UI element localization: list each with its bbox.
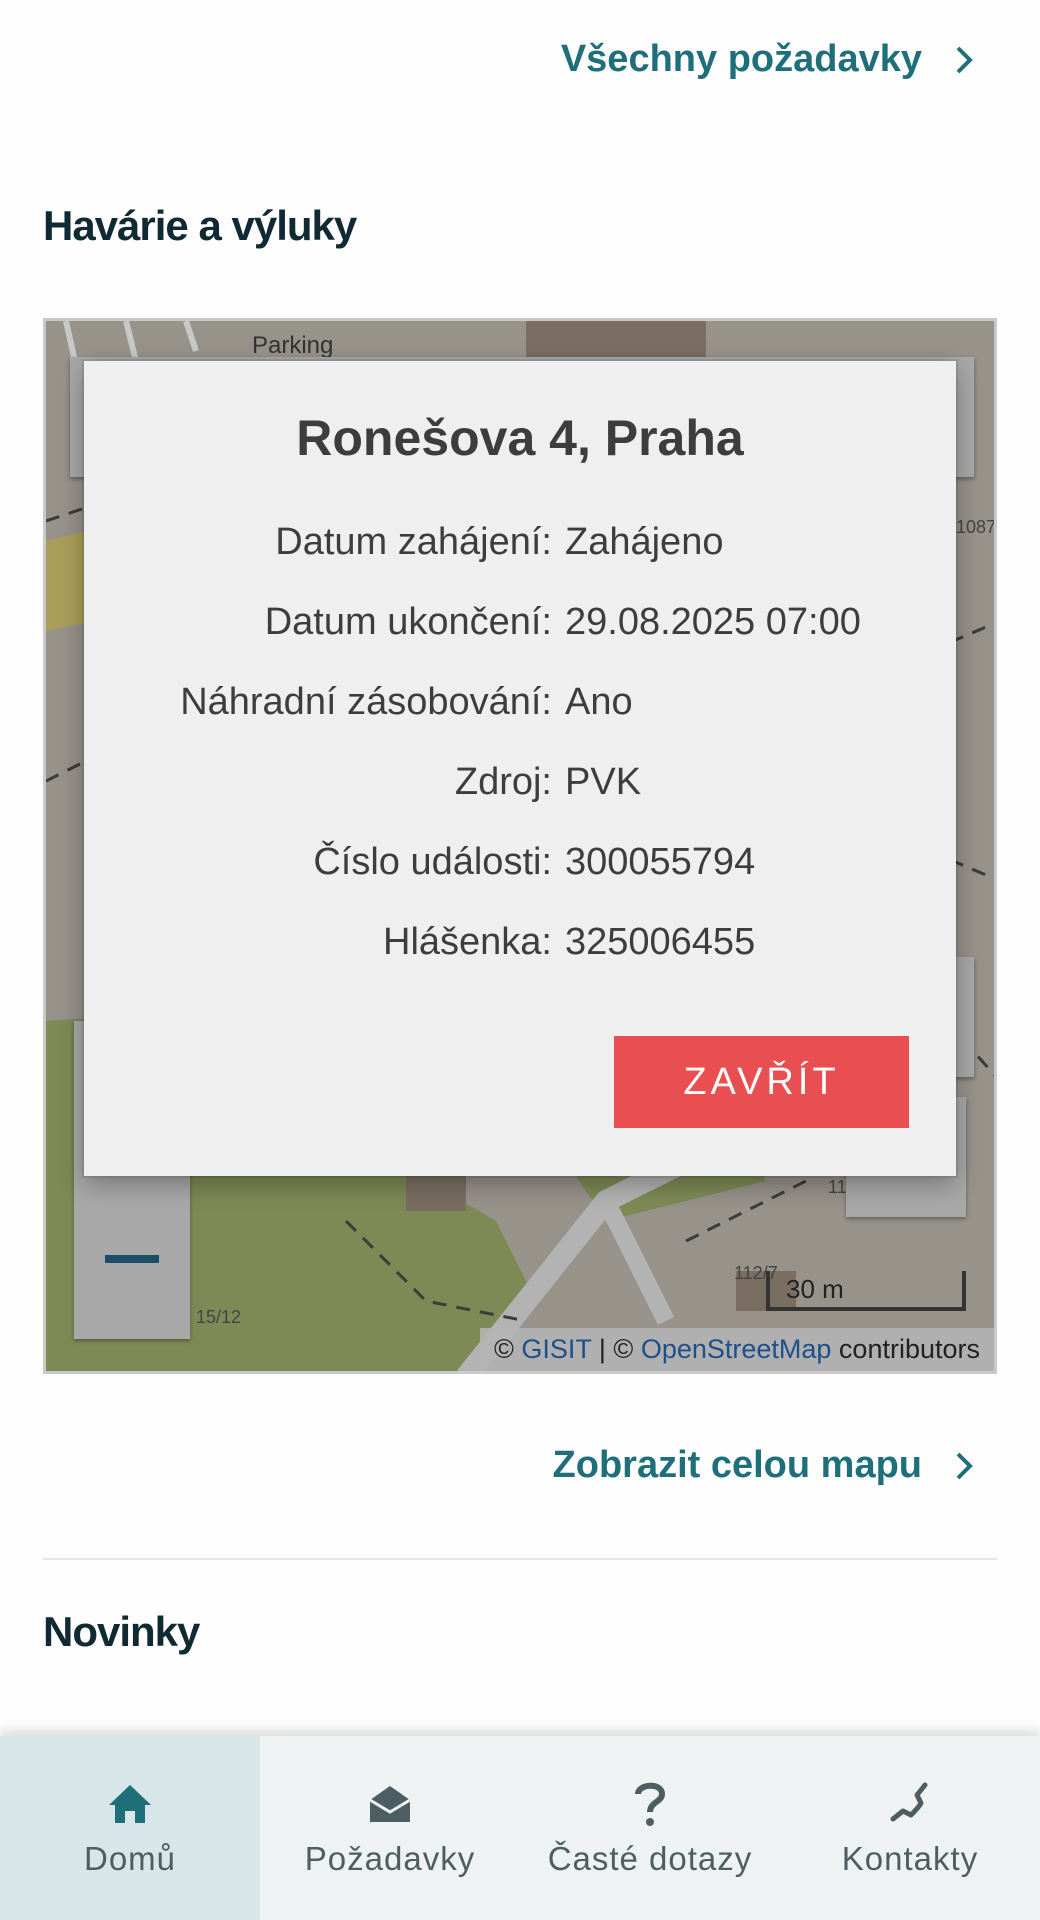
- row-value: Zahájeno: [565, 521, 724, 563]
- phone-icon: [884, 1778, 936, 1830]
- row-value: Ano: [565, 681, 633, 723]
- row-start-date: Datum zahájení: Zahájeno: [84, 521, 956, 571]
- nav-item-contacts[interactable]: Kontakty: [780, 1736, 1040, 1920]
- nav-label: Časté dotazy: [547, 1840, 753, 1877]
- row-label: Zdroj:: [454, 761, 552, 803]
- svg-text:1087: 1087: [956, 517, 996, 537]
- row-value: 325006455: [565, 921, 756, 963]
- chevron-right-icon: [948, 1450, 980, 1482]
- row-event-number: Číslo události: 300055794: [84, 841, 956, 891]
- close-button[interactable]: ZAVŘÍT: [614, 1036, 909, 1128]
- news-section-title: Novinky: [43, 1608, 200, 1655]
- outage-detail-dialog: Ronešova 4, Praha Datum zahájení: Zaháje…: [84, 361, 956, 1176]
- section-divider: [43, 1558, 997, 1560]
- map-attribution: © GISIT | © OpenStreetMap contributors: [479, 1328, 994, 1371]
- row-label: Hlášenka:: [383, 921, 552, 963]
- outages-section-title: Havárie a výluky: [43, 202, 357, 249]
- nav-label: Požadavky: [304, 1840, 476, 1877]
- map-street-label: Parking: [252, 332, 333, 359]
- row-label: Datum zahájení:: [275, 521, 552, 563]
- row-label: Datum ukončení:: [264, 601, 552, 643]
- show-full-map-label: Zobrazit celou mapu: [552, 1444, 922, 1486]
- row-value: 300055794: [565, 841, 756, 883]
- nav-item-faq[interactable]: Časté dotazy: [520, 1736, 780, 1920]
- row-report-number: Hlášenka: 325006455: [84, 921, 956, 971]
- all-requests-label: Všechny požadavky: [560, 38, 922, 80]
- question-icon: [624, 1778, 676, 1830]
- svg-text:15/12: 15/12: [196, 1307, 241, 1327]
- chevron-right-icon: [948, 44, 980, 76]
- row-label: Náhradní zásobování:: [180, 681, 552, 723]
- row-end-date: Datum ukončení: 29.08.2025 07:00: [84, 601, 956, 651]
- row-label: Číslo události:: [313, 841, 552, 883]
- home-icon: [104, 1778, 156, 1830]
- nav-label: Kontakty: [841, 1840, 979, 1877]
- nav-item-requests[interactable]: Požadavky: [260, 1736, 520, 1920]
- nav-item-home[interactable]: Domů: [0, 1736, 260, 1920]
- envelope-open-icon: [364, 1778, 416, 1830]
- openstreetmap-link[interactable]: OpenStreetMap: [641, 1334, 832, 1364]
- all-requests-link[interactable]: Všechny požadavky: [561, 38, 980, 81]
- bottom-navigation: Domů Požadavky Časté dotazy Kontakty: [0, 1736, 1040, 1920]
- row-value: 29.08.2025 07:00: [565, 601, 861, 643]
- row-value: PVK: [565, 761, 642, 803]
- dialog-title: Ronešova 4, Praha: [296, 410, 744, 466]
- nav-label: Domů: [83, 1840, 177, 1877]
- gisit-link[interactable]: GISIT: [521, 1334, 591, 1364]
- svg-text:11: 11: [828, 1177, 847, 1197]
- minus-icon: [105, 1255, 159, 1263]
- row-substitute-supply: Náhradní zásobování: Ano: [84, 681, 956, 731]
- row-source: Zdroj: PVK: [84, 761, 956, 811]
- map-scale-bar: 30 m: [766, 1271, 966, 1311]
- show-full-map-link[interactable]: Zobrazit celou mapu: [553, 1444, 980, 1487]
